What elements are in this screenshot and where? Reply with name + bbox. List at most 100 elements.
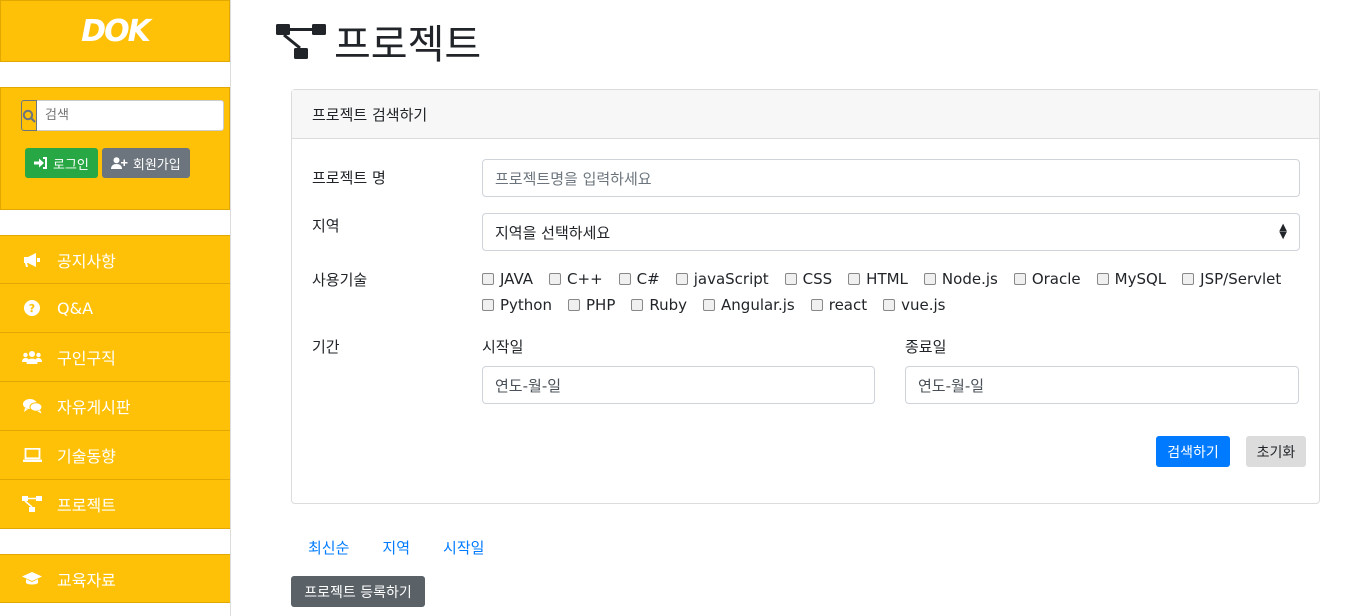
sidebar-item-label: 기술동향 (57, 447, 116, 466)
tech-checkbox[interactable]: C++ (549, 266, 603, 292)
tech-label-text: vue.js (901, 296, 946, 314)
search-button[interactable] (21, 100, 37, 131)
tech-checkbox[interactable]: javaScript (675, 266, 769, 292)
project-name-label: 프로젝트 명 (312, 169, 386, 187)
login-button[interactable]: 로그인 (25, 148, 98, 178)
tech-checkbox[interactable]: CSS (784, 266, 833, 292)
reset-button[interactable]: 초기화 (1246, 436, 1306, 467)
svg-text:?: ? (29, 302, 35, 315)
user-plus-icon (110, 157, 128, 169)
sitemap-icon (276, 24, 326, 59)
tech-label-text: JAVA (500, 270, 534, 288)
logo[interactable]: DOK (81, 14, 151, 49)
tech-checkbox[interactable]: Oracle (1013, 266, 1081, 292)
sidebar-item-notice[interactable]: 공지사항 (0, 235, 230, 284)
tech-checkbox[interactable]: react (810, 292, 868, 318)
page-header: 프로젝트 (276, 12, 481, 70)
sort-region-link[interactable]: 지역 (382, 537, 410, 558)
tech-checkbox-group: JAVA C++ C# javaScript CSS HTML Node.js Oracle M… (482, 266, 1302, 318)
logo-box[interactable]: DOK (0, 0, 230, 62)
login-label: 로그인 (53, 157, 89, 173)
tech-checkbox[interactable]: Angular.js (703, 292, 795, 318)
project-search-card: 프로젝트 검색하기 프로젝트 명 프로젝트명을 입력하세요 지역 지역을 선택하… (291, 89, 1320, 504)
sort-latest-link[interactable]: 최신순 (308, 537, 349, 558)
checkbox-box[interactable] (1013, 273, 1026, 285)
checkbox-box[interactable] (810, 299, 823, 311)
tech-label-text: CSS (802, 270, 833, 288)
project-name-input[interactable]: 프로젝트명을 입력하세요 (482, 159, 1300, 197)
search-input[interactable] (37, 100, 224, 131)
tech-checkbox[interactable]: C# (618, 266, 660, 292)
start-date-value: 연도-월-일 (495, 376, 562, 395)
sidebar-item-board[interactable]: 자유게시판 (0, 382, 230, 431)
sidebar-nav-secondary: 교육자료 (0, 554, 230, 603)
end-date-label: 종료일 (905, 338, 947, 356)
tech-checkbox[interactable]: JAVA (482, 266, 533, 292)
page-title: 프로젝트 (334, 22, 482, 68)
sidebar: DOK 로그인 (0, 0, 231, 616)
checkbox-box[interactable] (784, 273, 797, 285)
checkbox-box[interactable] (1182, 273, 1195, 285)
tech-checkbox[interactable]: JSP/Servlet (1182, 266, 1281, 292)
checkbox-box[interactable] (568, 299, 580, 311)
sort-links: 최신순 지역 시작일 (308, 537, 484, 558)
end-date-input[interactable]: 연도-월-일 (905, 366, 1299, 404)
sidebar-item-label: 구인구직 (57, 349, 116, 368)
sidebar-item-project[interactable]: 프로젝트 (0, 480, 230, 529)
tech-label-text: javaScript (693, 270, 769, 288)
users-icon (22, 350, 42, 364)
region-select[interactable]: 지역을 선택하세요 ▲ ▼ (482, 213, 1300, 251)
checkbox-box[interactable] (883, 299, 896, 311)
tech-label-text: HTML (866, 270, 908, 288)
sign-in-icon (34, 157, 47, 169)
sort-start-link[interactable]: 시작일 (443, 537, 484, 558)
sidebar-item-label: Q&A (57, 298, 94, 318)
tech-label-text: C# (636, 270, 660, 288)
tech-checkbox[interactable]: Ruby (631, 292, 687, 318)
tech-label-text: Oracle (1031, 270, 1081, 288)
card-title: 프로젝트 검색하기 (312, 105, 428, 124)
tech-checkbox[interactable]: Node.js (923, 266, 998, 292)
tech-checkbox[interactable]: PHP (568, 292, 615, 318)
comments-icon (22, 398, 42, 414)
sidebar-item-label: 프로젝트 (57, 496, 116, 515)
checkbox-box[interactable] (618, 273, 631, 285)
checkbox-box[interactable] (848, 273, 861, 285)
tech-label-text: Angular.js (721, 296, 795, 314)
checkbox-box[interactable] (482, 299, 494, 311)
tech-label-text: PHP (586, 296, 616, 314)
checkbox-box[interactable] (631, 299, 644, 311)
tech-label-text: react (828, 296, 868, 314)
sidebar-item-jobs[interactable]: 구인구직 (0, 333, 230, 382)
tech-checkbox[interactable]: Python (482, 292, 552, 318)
checkbox-box[interactable] (549, 273, 562, 285)
sidebar-search-panel: 로그인 회원가입 (0, 87, 230, 210)
end-date-value: 연도-월-일 (918, 376, 985, 395)
sitemap-icon (22, 496, 42, 512)
search-submit-button[interactable]: 검색하기 (1156, 436, 1230, 467)
start-date-input[interactable]: 연도-월-일 (482, 366, 875, 404)
tech-checkbox[interactable]: MySQL (1096, 266, 1167, 292)
register-project-label: 프로젝트 등록하기 (304, 584, 412, 601)
search-icon (22, 109, 36, 123)
checkbox-box[interactable] (923, 273, 936, 285)
sidebar-item-tech[interactable]: 기술동향 (0, 431, 230, 480)
region-label: 지역 (312, 217, 340, 235)
checkbox-box[interactable] (482, 273, 494, 285)
period-label: 기간 (312, 338, 340, 356)
sidebar-item-education[interactable]: 교육자료 (0, 554, 230, 603)
join-label: 회원가입 (132, 157, 181, 173)
checkbox-box[interactable] (675, 273, 688, 285)
card-header: 프로젝트 검색하기 (292, 90, 1319, 139)
register-project-button[interactable]: 프로젝트 등록하기 (291, 576, 425, 607)
sidebar-item-qna[interactable]: ? Q&A (0, 284, 230, 333)
checkbox-box[interactable] (1096, 273, 1109, 285)
tech-checkbox[interactable]: vue.js (883, 292, 946, 318)
tech-label-text: Ruby (649, 296, 688, 314)
sidebar-item-label: 교육자료 (57, 570, 116, 590)
checkbox-box[interactable] (703, 299, 716, 311)
tech-label-text: MySQL (1114, 270, 1167, 288)
start-date-label: 시작일 (482, 338, 524, 356)
tech-checkbox[interactable]: HTML (848, 266, 908, 292)
join-button[interactable]: 회원가입 (101, 148, 190, 178)
